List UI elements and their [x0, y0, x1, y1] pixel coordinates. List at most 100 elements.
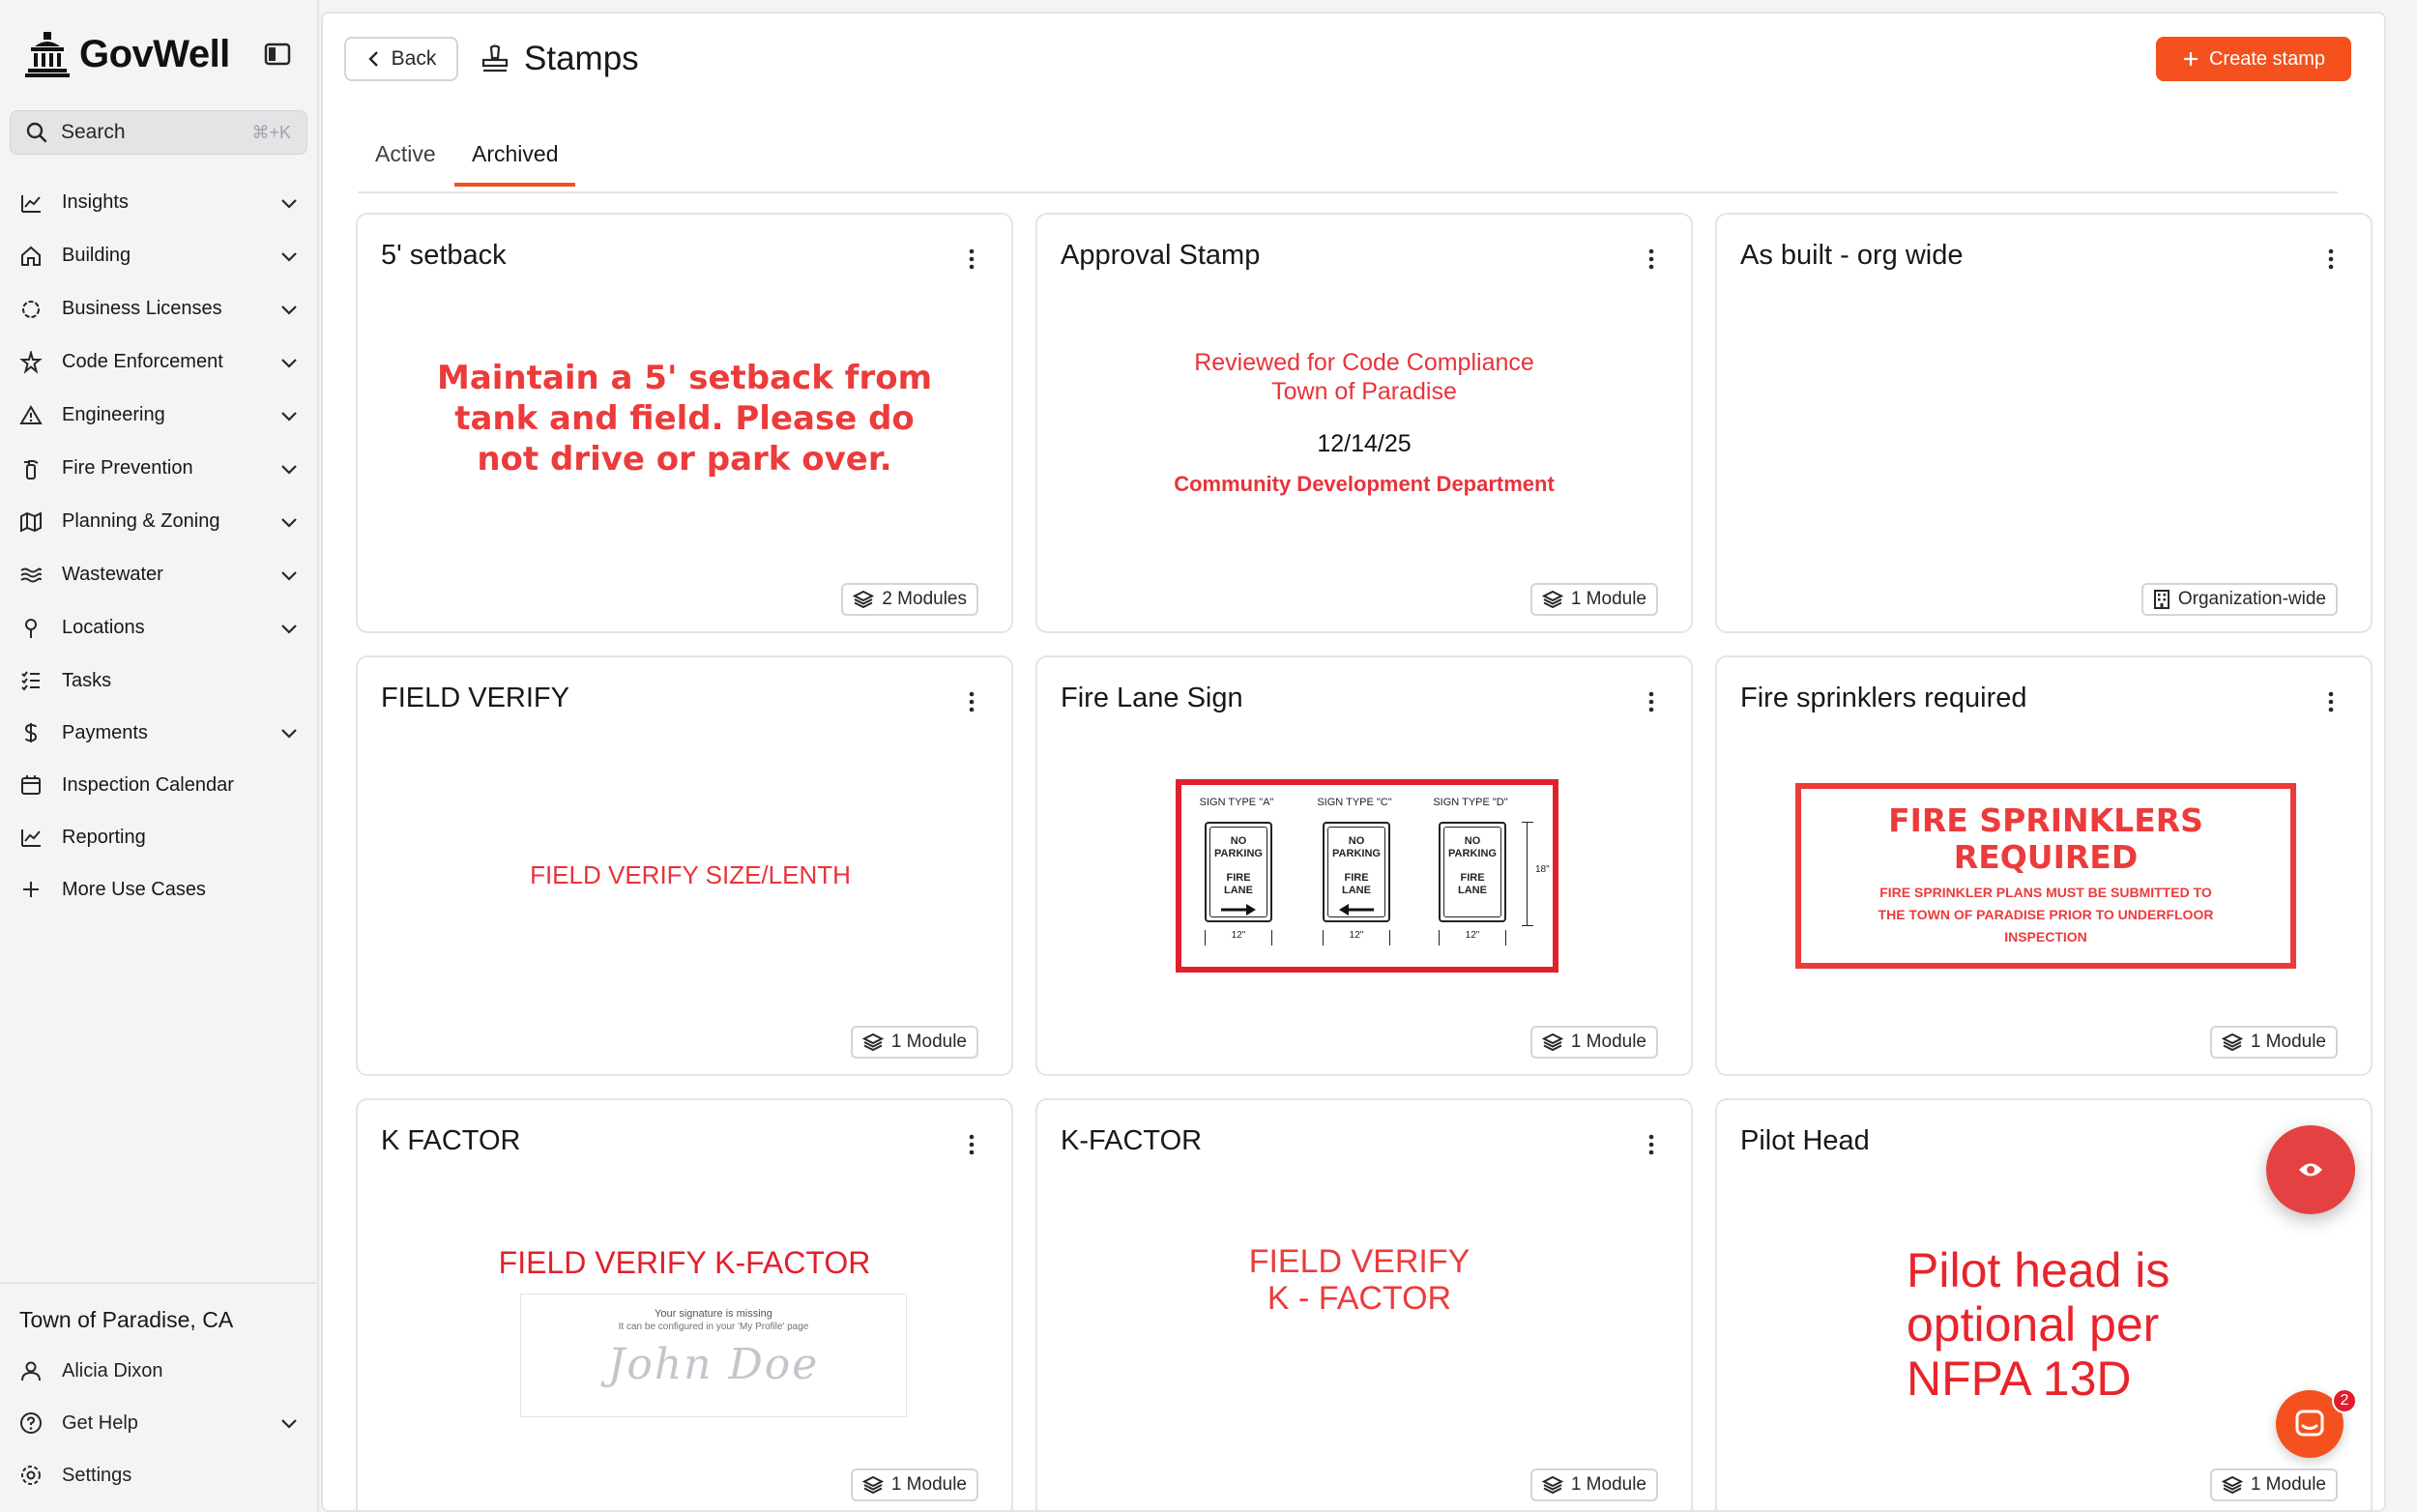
alert-star-icon	[17, 349, 44, 376]
tab-active[interactable]: Active	[358, 141, 453, 183]
stamp-card[interactable]: Fire sprinklers required FIRE SPRINKLERS…	[1715, 655, 2373, 1076]
chevron-down-icon	[281, 570, 297, 581]
dollar-icon	[17, 719, 44, 746]
stamp-card[interactable]: K FACTOR FIELD VERIFY K-FACTOR Your sign…	[356, 1098, 1013, 1510]
chevron-down-icon	[281, 411, 297, 422]
stamp-line: Reviewed for Code Compliance	[1194, 348, 1534, 376]
stamp-card[interactable]: FIELD VERIFY FIELD VERIFY SIZE/LENTH 1 M…	[356, 655, 1013, 1076]
org-name[interactable]: Town of Paradise, CA	[0, 1284, 319, 1345]
get-help-label: Get Help	[62, 1411, 138, 1434]
stamp-card-title: 5' setback	[381, 240, 507, 271]
sidebar-item-building[interactable]: Building	[0, 229, 319, 282]
more-vertical-icon[interactable]	[967, 1133, 976, 1156]
back-button[interactable]: Back	[344, 37, 458, 81]
gear-icon	[17, 1462, 44, 1489]
chevron-down-icon	[281, 517, 297, 528]
sidebar-item-label: Planning & Zoning	[62, 510, 220, 532]
modules-badge: 1 Module	[850, 1026, 978, 1059]
badge-label: 2 Modules	[882, 589, 967, 609]
signature-hint-text: It can be configured in your 'My Profile…	[618, 1322, 809, 1332]
stamp-card[interactable]: 5' setback Maintain a 5' setback from ta…	[356, 213, 1013, 633]
stamp-heading: REQUIRED	[1953, 837, 2139, 876]
chevron-down-icon	[281, 624, 297, 634]
stamp-card[interactable]: Approval Stamp Reviewed for Code Complia…	[1035, 213, 1693, 633]
preview-fab-button[interactable]	[2266, 1125, 2355, 1214]
sidebar-item-wastewater[interactable]: Wastewater	[0, 548, 319, 601]
chevron-down-icon	[281, 1419, 297, 1429]
stamp-line: Pilot head is	[1907, 1243, 2170, 1297]
more-vertical-icon[interactable]	[967, 690, 976, 713]
sidebar-item-payments[interactable]: Payments	[0, 707, 319, 759]
organization-wide-badge: Organization-wide	[2140, 583, 2338, 616]
sidebar-item-engineering[interactable]: Engineering	[0, 389, 319, 442]
tab-archived[interactable]: Archived	[454, 141, 576, 187]
sidebar-nav: Insights Building Business Licenses Code En…	[0, 176, 319, 916]
sidebar-item-fire-prevention[interactable]: Fire Prevention	[0, 442, 319, 495]
chart-line-icon	[17, 189, 44, 217]
badge-label: 1 Module	[1570, 589, 1646, 609]
search-button[interactable]: Search ⌘+K	[10, 110, 307, 155]
stamp-card-title: As built - org wide	[1740, 240, 1964, 271]
more-vertical-icon[interactable]	[1646, 247, 1656, 271]
sign-d: NO PARKING FIRE LANE	[1439, 821, 1506, 922]
sidebar-collapse-icon[interactable]	[263, 41, 294, 68]
sidebar-item-inspection-calendar[interactable]: Inspection Calendar	[0, 759, 319, 811]
waves-icon	[17, 562, 44, 589]
stamp-line: Community Development Department	[1174, 471, 1555, 496]
stamp-card[interactable]: K-FACTOR FIELD VERIFY K - FACTOR 1 Modul…	[1035, 1098, 1693, 1510]
stamp-card[interactable]: As built - org wide Organization-wide	[1715, 213, 2373, 633]
sidebar-item-tasks[interactable]: Tasks	[0, 654, 319, 707]
layers-icon	[861, 1475, 884, 1495]
fire-sprinkler-stamp: FIRE SPRINKLERS REQUIRED FIRE SPRINKLER …	[1795, 782, 2296, 969]
tabs: Active Archived	[358, 131, 2338, 193]
sign-text: NO	[1230, 834, 1247, 847]
sidebar-item-locations[interactable]: Locations	[0, 601, 319, 654]
stamp-line: NFPA 13D	[1907, 1352, 2132, 1406]
user-name: Alicia Dixon	[62, 1359, 163, 1381]
more-vertical-icon[interactable]	[1646, 690, 1656, 713]
stamp-card-title: Fire Lane Sign	[1061, 683, 1243, 713]
layers-icon	[1541, 590, 1563, 609]
layers-icon	[1541, 1475, 1563, 1495]
arrow-left-icon	[1339, 903, 1374, 916]
sidebar-item-label: Engineering	[62, 404, 165, 425]
more-vertical-icon[interactable]	[1646, 1133, 1656, 1156]
sidebar-item-label: Business Licenses	[62, 298, 222, 319]
sidebar-footer: Town of Paradise, CA Alicia Dixon Get He…	[0, 1282, 319, 1501]
stamp-line: optional per	[1907, 1297, 2160, 1352]
more-vertical-icon[interactable]	[967, 247, 976, 271]
more-vertical-icon[interactable]	[2326, 247, 2336, 271]
badge-label: 1 Module	[1570, 1032, 1646, 1052]
create-stamp-button[interactable]: Create stamp	[2156, 37, 2351, 81]
stamp-line: not drive or park over.	[477, 439, 892, 479]
building-icon	[2153, 590, 2169, 609]
stamp-preview: SIGN TYPE "A" NO PARKING FIRE LANE 12" S…	[1037, 744, 1691, 1006]
stamp-preview: Maintain a 5' setback from tank and fiel…	[358, 302, 1011, 564]
settings-link[interactable]: Settings	[0, 1449, 319, 1501]
user-menu[interactable]: Alicia Dixon	[0, 1345, 319, 1397]
modules-badge: 1 Module	[1529, 583, 1658, 616]
stamp-card-title: K-FACTOR	[1061, 1125, 1203, 1156]
sidebar-item-planning-zoning[interactable]: Planning & Zoning	[0, 495, 319, 548]
more-vertical-icon[interactable]	[2326, 690, 2336, 713]
sidebar-item-business-licenses[interactable]: Business Licenses	[0, 282, 319, 335]
brand[interactable]: GovWell	[25, 29, 230, 79]
dimension-label: 12"	[1323, 929, 1390, 945]
stamp-line: Maintain a 5' setback from	[437, 358, 932, 397]
sign-text: PARKING	[1332, 847, 1381, 859]
dimension-label: 12"	[1205, 929, 1272, 945]
sidebar-item-insights[interactable]: Insights	[0, 176, 319, 229]
sidebar-item-code-enforcement[interactable]: Code Enforcement	[0, 335, 319, 389]
sidebar-item-more-use-cases[interactable]: More Use Cases	[0, 863, 319, 916]
govwell-logo-icon	[25, 32, 70, 77]
warning-triangle-icon	[17, 402, 44, 429]
sign-text: PARKING	[1214, 847, 1263, 859]
sidebar-item-label: Locations	[62, 617, 145, 638]
sidebar-item-reporting[interactable]: Reporting	[0, 811, 319, 863]
sidebar-item-label: More Use Cases	[62, 878, 206, 900]
search-shortcut: ⌘+K	[251, 122, 291, 142]
get-help-menu[interactable]: Get Help	[0, 1397, 319, 1449]
stamp-card[interactable]: Fire Lane Sign SIGN TYPE "A" NO PARKING …	[1035, 655, 1693, 1076]
calendar-icon	[17, 771, 44, 799]
map-icon	[17, 509, 44, 536]
